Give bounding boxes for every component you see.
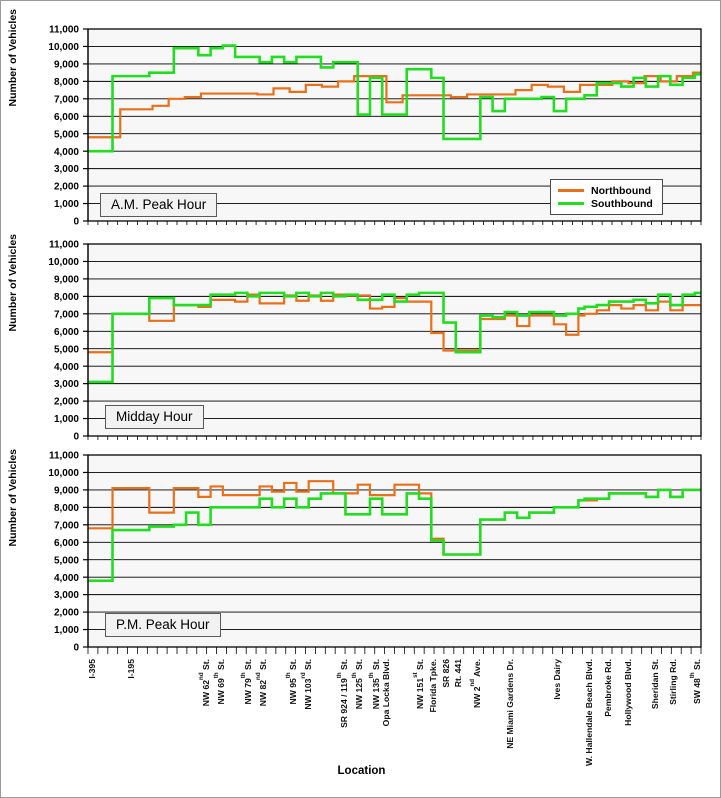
callout-pm-peak-hour: P.M. Peak Hour — [105, 613, 221, 637]
x-tick-label: W. Hallendale Beach Blvd. — [584, 659, 595, 766]
x-tick-label: Rt. 441 — [452, 659, 463, 688]
y-tick-label: 5,000 — [54, 129, 79, 140]
legend-item-southbound: Southbound — [558, 197, 653, 210]
x-tick-label: NW 62nd St. — [197, 659, 211, 707]
callout-midday-hour: Midday Hour — [105, 405, 204, 429]
y-tick-label: 0 — [73, 432, 79, 443]
y-tick-label: 6,000 — [54, 112, 79, 123]
legend-swatch-southbound — [558, 201, 584, 206]
y-tick-label: 11,000 — [49, 451, 79, 462]
callout-am-peak-hour: A.M. Peak Hour — [100, 193, 218, 217]
x-tick-label: I-195 — [126, 659, 137, 679]
x-tick-label: I-395 — [86, 659, 97, 679]
x-tick-label: SR 826 — [440, 659, 451, 688]
y-tick-label: 7,000 — [54, 94, 79, 105]
y-tick-label: 11,000 — [49, 240, 79, 251]
y-tick-label: 9,000 — [54, 486, 79, 497]
x-tick-label: NW 103rd St. — [299, 659, 313, 710]
x-tick-label: SR 924 / 119th St. — [336, 659, 349, 728]
y-tick-label: 9,000 — [54, 275, 79, 286]
x-axis-title: Location — [337, 765, 386, 777]
x-tick-label: Ives Dairy — [551, 659, 562, 700]
y-tick-label: 3,000 — [54, 164, 79, 175]
y-tick-label: 7,000 — [54, 309, 79, 320]
x-tick-label: NE Miami Gardens Dr. — [505, 659, 516, 749]
panel-am-peak-hour: Number of Vehicles 0 1,000 2,000 3,000 4,000… — [1, 9, 721, 234]
y-tick-label: 5,000 — [54, 344, 79, 355]
x-tick-label: NW 82nd St. — [255, 659, 268, 707]
x-tick-label: NW 2nd Ave. — [468, 659, 482, 708]
y-tick-label: 8,000 — [54, 292, 79, 303]
x-tick-label: Hollywood Blvd. — [622, 659, 633, 726]
y-tick-label: 4,000 — [54, 362, 79, 373]
y-tick-label: 4,000 — [54, 573, 79, 584]
y-tick-label: 10,000 — [48, 42, 79, 53]
y-tick-label: 6,000 — [54, 327, 79, 338]
x-tick-label: Pembroke Rd. — [603, 659, 614, 717]
y-tick-label: 9,000 — [54, 60, 79, 71]
y-tick-label: 7,000 — [54, 520, 79, 531]
y-tick-label: 8,000 — [54, 77, 79, 88]
x-tick-label: NW 151st St. — [412, 659, 426, 709]
x-tick-label: NW 135th St. — [367, 659, 381, 710]
panel-midday-hour: Number of Vehicles 0 1,000 2,000 3,000 4,000… — [1, 234, 721, 449]
y-tick-label: 0 — [73, 217, 79, 228]
y-tick-label: 10,000 — [48, 257, 79, 268]
y-tick-label: 3,000 — [54, 379, 79, 390]
y-tick-label: 8,000 — [54, 503, 79, 514]
y-tick-label: 1,000 — [54, 625, 79, 636]
legend-label-southbound: Southbound — [591, 197, 653, 210]
legend-label-northbound: Northbound — [591, 184, 652, 197]
x-tick-label: NW 79th St. — [240, 659, 254, 705]
y-tick-label: 2,000 — [54, 608, 79, 619]
y-tick-label: 1,000 — [54, 199, 79, 210]
x-tick-label: NW 125th St. — [350, 659, 364, 710]
x-tick-label: Stirling Rd. — [668, 659, 679, 705]
legend-swatch-northbound — [558, 188, 584, 193]
y-tick-label: 6,000 — [54, 538, 79, 549]
y-tick-label: 4,000 — [54, 147, 79, 158]
x-tick-label: NW 95th St. — [284, 659, 298, 705]
x-tick-label: SW 48th St. — [689, 659, 702, 705]
x-tick-label: Sheridan St. — [649, 659, 660, 710]
y-tick-label: 0 — [73, 643, 79, 654]
chart-page: Number of Vehicles 0 1,000 2,000 3,000 4,000… — [0, 0, 721, 798]
panel-pm-peak-hour: Number of Vehicles 0 1,000 2,000 3,000 4,000… — [1, 449, 721, 659]
x-tick-label: Florida Tpke. — [428, 659, 439, 713]
x-tick-label: Opa Locka Blvd. — [380, 659, 391, 727]
y-tick-label: 3,000 — [54, 590, 79, 601]
y-tick-label: 11,000 — [49, 25, 79, 36]
y-tick-label: 2,000 — [54, 182, 79, 193]
x-tick-label: NW 69th St. — [212, 659, 226, 705]
x-axis-tick-labels: I-395 I-195 NW 62nd St. NW 69th St. NW 79th … — [1, 659, 721, 769]
legend-item-northbound: Northbound — [558, 184, 653, 197]
y-tick-label: 5,000 — [54, 555, 79, 566]
y-tick-label: 10,000 — [48, 468, 79, 479]
legend: Northbound Southbound — [550, 179, 663, 215]
y-tick-label: 2,000 — [54, 397, 79, 408]
y-tick-label: 1,000 — [54, 414, 79, 425]
